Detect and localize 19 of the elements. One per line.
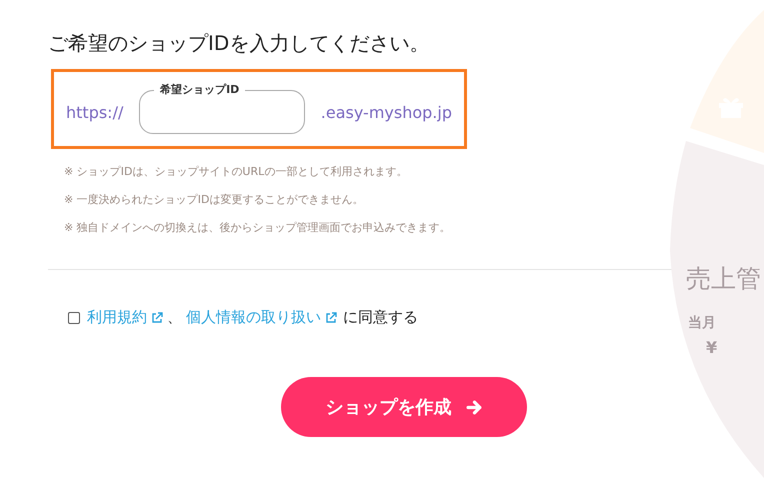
background-subtitle: 当月	[688, 314, 716, 332]
note-text: ※ 一度決められたショップIDは変更することができません。	[64, 192, 364, 208]
external-link-icon	[151, 312, 163, 324]
heading: ご希望のショップIDを入力してください。	[48, 30, 430, 57]
shop-id-field[interactable]: 希望ショップID	[139, 82, 306, 134]
arrow-right-icon	[466, 398, 482, 416]
create-shop-button[interactable]: ショップを作成	[281, 377, 527, 437]
background-title: 売上管	[686, 263, 761, 295]
url-suffix: .easy-myshop.jp	[320, 102, 452, 122]
agree-checkbox[interactable]	[68, 312, 80, 324]
note-text: ※ 独自ドメインへの切換えは、後からショップ管理画面でお申込みできます。	[64, 220, 452, 236]
background-currency: ¥	[706, 338, 718, 357]
note-text: ※ ショップIDは、ショップサイトのURLの一部として利用されます。	[64, 164, 408, 180]
agree-text: に同意する	[343, 308, 418, 327]
terms-link[interactable]: 個人情報の取り扱い	[186, 308, 321, 327]
terms-link[interactable]: 利用規約	[87, 308, 147, 327]
url-prefix: https://	[66, 102, 124, 122]
external-link-icon	[325, 312, 337, 324]
separator-text: 、	[167, 308, 182, 327]
